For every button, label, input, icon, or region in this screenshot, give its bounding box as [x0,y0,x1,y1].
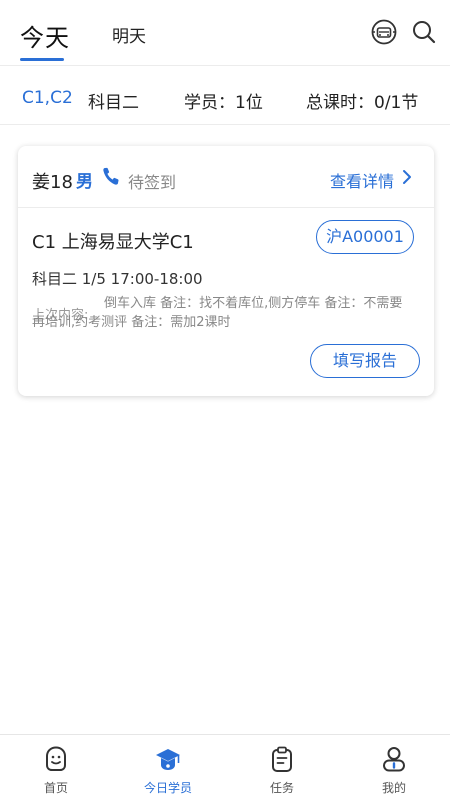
nav-item-home[interactable]: 首页 [0,735,112,800]
tab-tomorrow[interactable]: 明天 [112,22,146,47]
subject-label: 科目二 [88,93,139,113]
car-icon[interactable] [370,18,398,46]
phone-icon[interactable] [102,166,120,186]
card-header: 姜18 男 待签到 查看详情 [18,146,434,208]
student-name: 姜18 [32,172,73,193]
graduation-cap-icon [156,749,180,770]
nav-item-tasks[interactable]: 任务 [226,735,338,800]
fill-report-button[interactable]: 填写报告 [310,344,420,378]
license-types: C1,C2 [22,88,73,108]
license-plate-badge: 沪A00001 [316,220,414,254]
clipboard-icon [272,746,292,772]
view-details-link[interactable]: 查看详情 [330,168,394,192]
top-bar: 今天 明天 [0,0,450,66]
nav-label-tasks: 任务 [269,781,294,795]
bottom-nav: 首页 今日学员 任务 我的 [0,734,450,800]
home-icon [46,746,66,771]
tab-today[interactable]: 今天 [20,18,70,53]
checkin-status: 待签到 [128,173,177,192]
school-name: C1 上海易显大学C1 [32,232,194,253]
nav-label-home: 首页 [43,781,68,795]
nav-item-profile[interactable]: 我的 [338,735,450,800]
user-icon [383,747,405,772]
student-gender: 男 [76,172,93,192]
student-count: 学员：1位 [184,93,263,113]
nav-item-today-students[interactable]: 今日学员 [112,735,224,800]
lesson-schedule: 科目二 1/5 17:00-18:00 [32,270,203,288]
nav-label-today-students: 今日学员 [143,781,192,795]
total-hours: 总课时：0/1节 [306,93,419,113]
summary-bar: C1,C2 科目二 学员：1位 总课时：0/1节 [0,67,450,125]
nav-label-profile: 我的 [381,781,406,795]
search-icon[interactable] [410,18,438,46]
active-tab-indicator [20,58,64,61]
chevron-right-icon[interactable] [401,168,413,186]
student-card: 姜18 男 待签到 查看详情 C1 上海易显大学C1 沪A00001 科目二 1… [18,146,434,396]
last-content-text: 倒车入库 备注：找不着库位,侧方停车 备注：不需要再培训,约考测评 备注：需加2… [32,296,403,330]
